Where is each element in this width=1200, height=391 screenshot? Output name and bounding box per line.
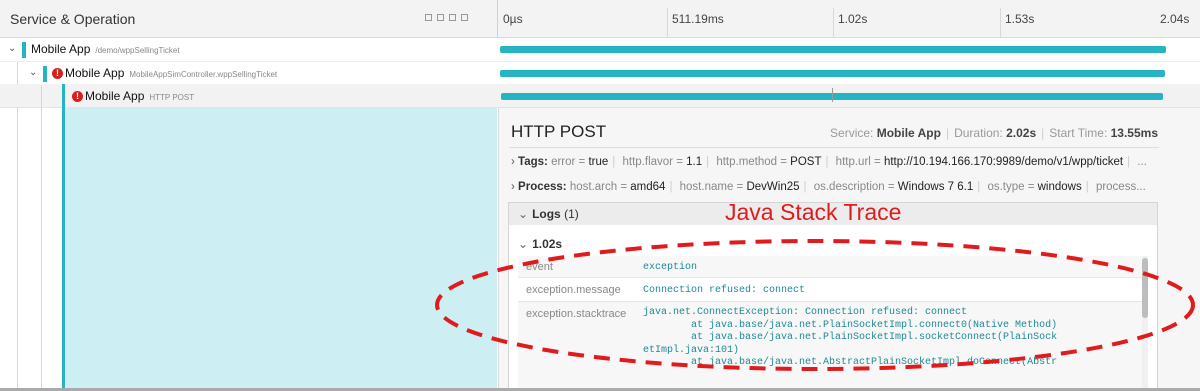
highlight-ellipse [435,239,1195,371]
annotation-dashed-ellipse [435,239,1195,371]
